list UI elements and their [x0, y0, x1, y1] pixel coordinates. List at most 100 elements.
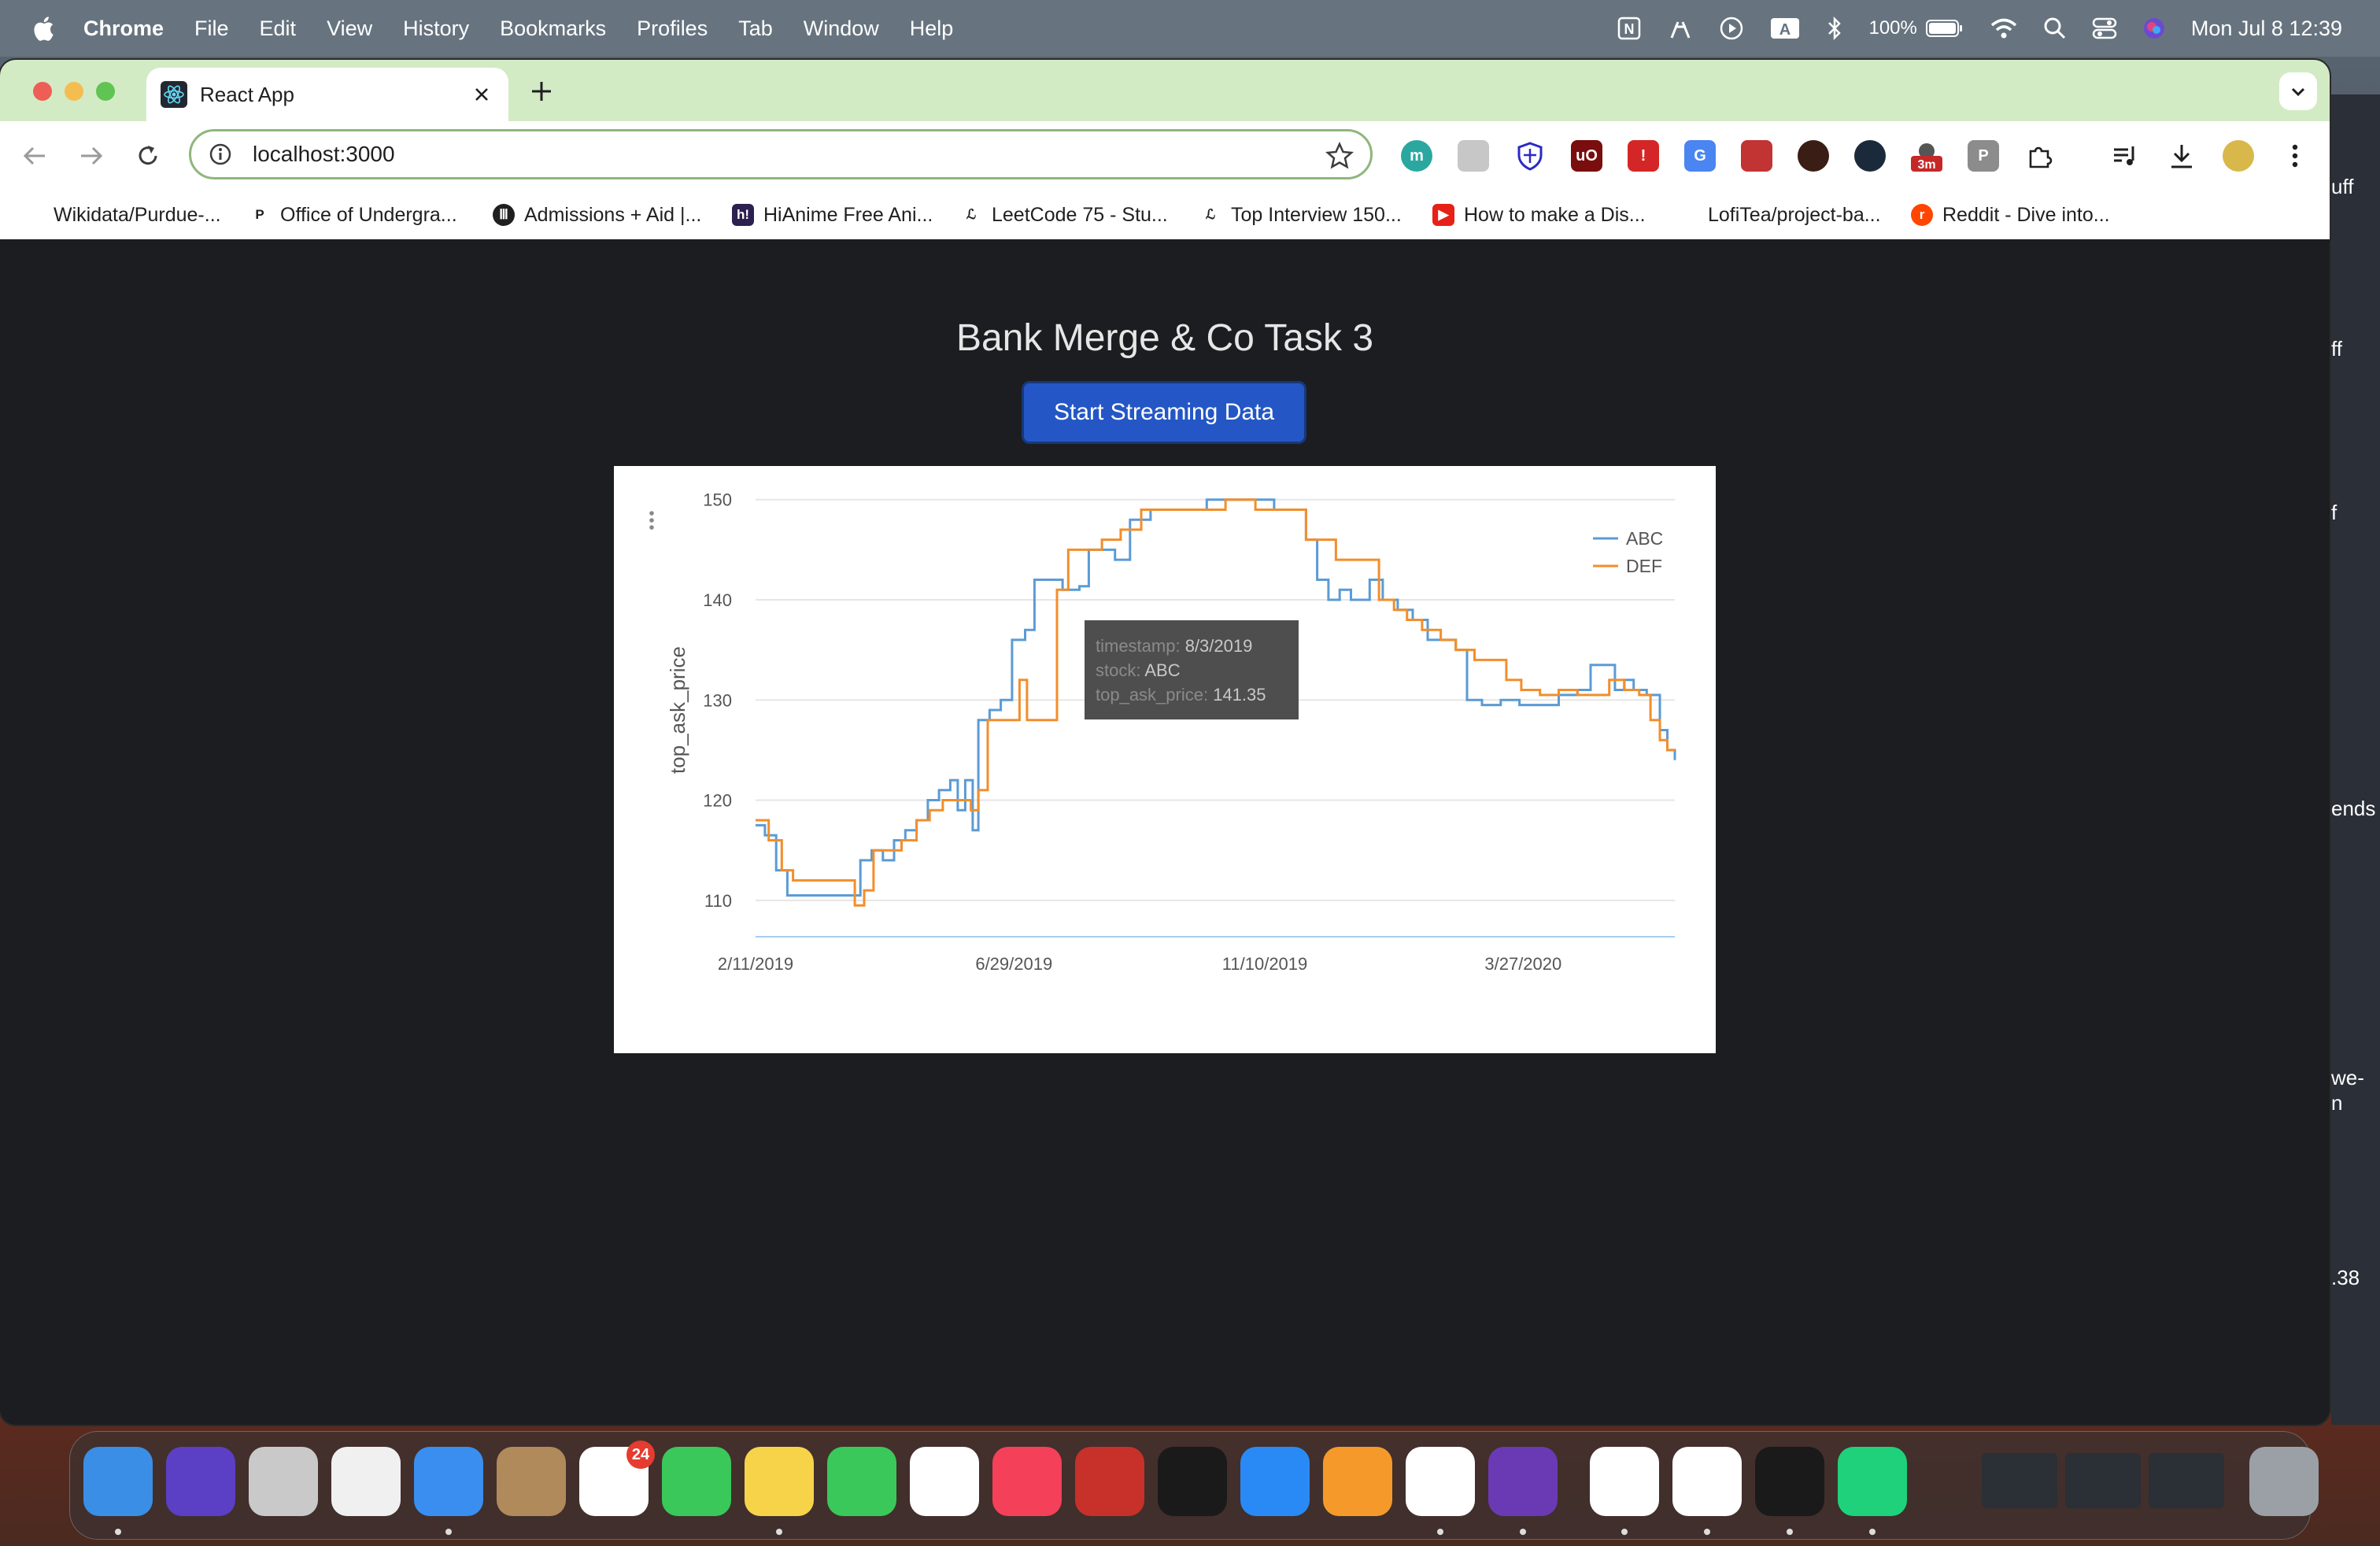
tooltip-line: top_ask_price: 141.35 — [1096, 685, 1266, 705]
siri-icon[interactable] — [2142, 17, 2166, 40]
media-controls-icon[interactable] — [2109, 140, 2141, 172]
apple-menu-icon[interactable] — [30, 13, 57, 44]
bookmark-wikidata[interactable]: Wikidata/Purdue-... — [54, 200, 221, 230]
running-indicator — [445, 1529, 452, 1535]
terminal-icon[interactable] — [1755, 1447, 1824, 1516]
extension-m-icon[interactable]: m — [1401, 140, 1432, 172]
menu-window[interactable]: Window — [804, 17, 879, 41]
messages-icon[interactable] — [827, 1447, 896, 1516]
notion-status-icon[interactable]: N — [1617, 16, 1642, 41]
new-tab-button[interactable] — [524, 74, 559, 109]
menu-edit[interactable]: Edit — [260, 17, 297, 41]
close-tab-icon[interactable] — [468, 80, 496, 109]
music-icon[interactable] — [992, 1447, 1062, 1516]
bookmark-office-undergrad[interactable]: P Office of Undergra... — [249, 200, 456, 230]
battery-icon[interactable] — [1925, 17, 1964, 39]
close-window-button[interactable] — [33, 82, 52, 101]
extension-timer-icon[interactable]: 3m — [1911, 140, 1942, 172]
menu-view[interactable]: View — [327, 17, 372, 41]
siri-icon[interactable] — [166, 1447, 235, 1516]
bookmark-lofitea[interactable]: LofiTea/project-ba... — [1708, 200, 1881, 230]
menu-app-name[interactable]: Chrome — [83, 17, 164, 41]
wifi-icon[interactable] — [1990, 17, 2018, 40]
bookmark-reddit[interactable]: r Reddit - Dive into... — [1911, 200, 2110, 230]
play-status-icon[interactable] — [1719, 16, 1744, 41]
url-text[interactable]: localhost:3000 — [253, 142, 395, 167]
chrome-menu-icon[interactable] — [2279, 140, 2311, 172]
battery-percent: 100% — [1868, 17, 1917, 39]
minimized-window-thumbnail[interactable] — [2149, 1453, 2224, 1508]
bookmark-youtube-discord[interactable]: ▶ How to make a Dis... — [1432, 200, 1646, 230]
legend-label-abc: ABC — [1626, 528, 1663, 549]
site-info-icon[interactable] — [209, 142, 232, 166]
books-icon[interactable] — [1323, 1447, 1392, 1516]
zoom-window-button[interactable] — [96, 82, 115, 101]
bookmark-top-interview[interactable]: ℒ Top Interview 150... — [1199, 200, 1402, 230]
facetime-icon[interactable] — [662, 1447, 731, 1516]
extension-red-icon[interactable] — [1741, 140, 1772, 172]
chart-panel: 110 120 130 140 150 2/11/2019 6/29/2019 11/10/2… — [614, 466, 1716, 1053]
notes-icon[interactable] — [745, 1447, 814, 1516]
tab-react-app[interactable]: React App — [146, 68, 508, 121]
y-tick-label: 110 — [704, 891, 732, 911]
x-tick-label: 11/10/2019 — [1222, 954, 1307, 974]
chrome-icon[interactable] — [1406, 1447, 1475, 1516]
profile-avatar[interactable] — [2223, 140, 2254, 172]
extension-avatar-icon[interactable] — [1798, 140, 1829, 172]
photo-booth-icon[interactable] — [1075, 1447, 1144, 1516]
bookmark-leetcode-75[interactable]: ℒ LeetCode 75 - Stu... — [960, 200, 1168, 230]
bookmark-hianime[interactable]: h! HiAnime Free Ani... — [732, 200, 933, 230]
extension-p-icon[interactable]: P — [1968, 140, 1999, 172]
x-tick-label: 3/27/2020 — [1484, 954, 1561, 974]
tv-icon[interactable] — [1158, 1447, 1227, 1516]
control-center-icon[interactable] — [2092, 17, 2117, 40]
menu-file[interactable]: File — [194, 17, 229, 41]
minimized-window-thumbnail[interactable] — [2065, 1453, 2141, 1508]
google-translate-icon[interactable]: G — [1684, 140, 1716, 172]
menu-clock[interactable]: Mon Jul 8 12:39 — [2191, 17, 2342, 41]
y-tick-label: 120 — [703, 791, 732, 811]
bookmark-admissions[interactable]: Ⅲ Admissions + Aid |... — [493, 200, 701, 230]
menu-help[interactable]: Help — [910, 17, 954, 41]
trash-icon[interactable] — [2249, 1447, 2319, 1516]
contacts-icon[interactable] — [497, 1447, 566, 1516]
downloads-icon[interactable] — [2166, 140, 2197, 172]
tools-status-icon[interactable] — [1667, 16, 1694, 41]
bluetooth-icon[interactable] — [1826, 16, 1843, 41]
screen-icon[interactable] — [331, 1447, 401, 1516]
extension-shield-icon[interactable] — [1514, 140, 1546, 172]
spotlight-search-icon[interactable] — [2043, 17, 2067, 40]
bookmark-star-icon[interactable] — [1325, 141, 1354, 171]
tab-search-button[interactable] — [2279, 72, 2317, 110]
menu-tab[interactable]: Tab — [738, 17, 773, 41]
reload-button[interactable] — [131, 139, 165, 173]
address-bar[interactable]: localhost:3000 — [189, 129, 1373, 179]
finder-icon[interactable] — [83, 1447, 153, 1516]
bookmark-label: Reddit - Dive into... — [1942, 203, 2110, 226]
start-streaming-button[interactable]: Start Streaming Data — [1022, 381, 1306, 444]
bookmark-label: HiAnime Free Ani... — [763, 203, 933, 226]
extension-puzzle-grey-icon[interactable] — [1458, 140, 1489, 172]
launchpad-icon[interactable] — [249, 1447, 318, 1516]
ublock-origin-icon[interactable]: uO — [1571, 140, 1602, 172]
extensions-puzzle-icon[interactable] — [2024, 140, 2056, 172]
menu-bookmarks[interactable]: Bookmarks — [500, 17, 606, 41]
minimize-window-button[interactable] — [65, 82, 83, 101]
input-source-icon[interactable]: A — [1769, 16, 1801, 41]
extension-mask-icon[interactable] — [1854, 140, 1886, 172]
notion-icon[interactable] — [1590, 1447, 1659, 1516]
menu-profiles[interactable]: Profiles — [637, 17, 708, 41]
vscode-icon[interactable] — [1672, 1447, 1742, 1516]
minimized-window-thumbnail[interactable] — [1982, 1453, 2057, 1508]
back-button[interactable] — [17, 139, 52, 173]
extension-dislike-icon[interactable]: ! — [1628, 140, 1659, 172]
firefox-icon[interactable] — [1488, 1447, 1558, 1516]
menu-history[interactable]: History — [403, 17, 469, 41]
photos-icon[interactable] — [910, 1447, 979, 1516]
mail-icon[interactable] — [414, 1447, 483, 1516]
forward-button[interactable] — [74, 139, 109, 173]
reminders-icon[interactable]: 24 — [579, 1441, 655, 1516]
leetcode-icon: ℒ — [1205, 207, 1216, 222]
app-store-icon[interactable] — [1240, 1447, 1310, 1516]
pycharm-icon[interactable] — [1838, 1447, 1907, 1516]
